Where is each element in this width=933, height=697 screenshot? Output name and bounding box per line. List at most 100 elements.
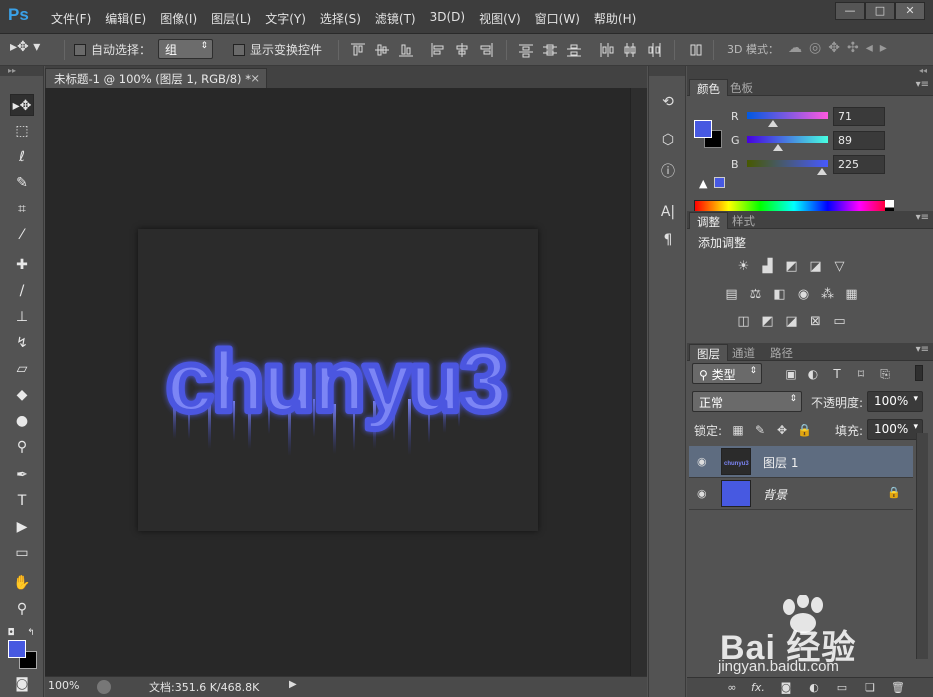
character-panel-icon[interactable]: A| — [658, 202, 678, 222]
red-value[interactable]: 71 — [833, 107, 885, 126]
new-adjustment-layer-icon[interactable]: ◐ — [807, 681, 821, 695]
zoom-tool-icon[interactable]: ⚲ — [10, 598, 34, 620]
eyedropper-tool-icon[interactable]: ⁄ — [10, 224, 34, 246]
brightness-contrast-icon[interactable]: ☀ — [735, 259, 752, 274]
green-thumb[interactable] — [773, 144, 783, 151]
tab-swatches[interactable]: 色板 — [723, 79, 760, 96]
maximize-button[interactable]: □ — [865, 2, 895, 20]
layer-filter-dropdown[interactable]: ⚲ 类型 ⇕ — [692, 363, 762, 384]
panel-grip[interactable]: ▸▸ — [0, 66, 43, 76]
channel-mixer-icon[interactable]: ⁂ — [819, 287, 836, 302]
green-value[interactable]: 89 — [833, 131, 885, 150]
vertical-scrollbar[interactable] — [630, 88, 647, 676]
path-select-tool-icon[interactable]: ▶ — [10, 516, 34, 538]
green-track[interactable] — [747, 136, 828, 143]
panel-menu-icon[interactable]: ▾≡ — [916, 344, 929, 355]
foreground-color-swatch[interactable] — [8, 640, 26, 658]
foreground-color-swatch[interactable] — [694, 120, 712, 138]
close-button[interactable]: ✕ — [895, 2, 925, 20]
menu-view[interactable]: 视图(V) — [472, 8, 528, 29]
3d-rotate-icon[interactable]: ☁ — [788, 40, 809, 56]
tab-adjustments[interactable]: 调整 — [689, 212, 728, 229]
align-bottom-icon[interactable] — [398, 42, 414, 58]
black-white-icon[interactable]: ◧ — [771, 287, 788, 302]
swap-colors-icon[interactable]: ↰ — [24, 622, 38, 644]
distribute-right-icon[interactable] — [646, 42, 662, 58]
layer-row-background[interactable]: ◉ 背景 🔒 — [689, 478, 913, 510]
history-panel-icon[interactable]: ⟲ — [658, 92, 678, 112]
distribute-bottom-icon[interactable] — [566, 42, 582, 58]
menu-file[interactable]: 文件(F) — [44, 8, 98, 29]
threshold-icon[interactable]: ◪ — [783, 314, 800, 329]
move-tool-preset-icon[interactable]: ▸✥ ▾ — [10, 39, 40, 55]
zoom-field[interactable]: 100% — [45, 678, 87, 696]
add-mask-icon[interactable]: ◙ — [779, 681, 793, 695]
lock-transparent-icon[interactable]: ▦ — [731, 423, 745, 437]
panel-menu-icon[interactable]: ▾≡ — [916, 79, 929, 90]
new-group-icon[interactable]: ▭ — [835, 681, 849, 695]
vibrance-icon[interactable]: ▽ — [831, 259, 848, 274]
lock-all-icon[interactable]: 🔒 — [797, 423, 812, 437]
web-safe-swatch[interactable] — [714, 177, 725, 188]
hue-saturation-icon[interactable]: ▤ — [723, 287, 740, 302]
chevron-down-icon[interactable]: ▾ — [913, 422, 918, 432]
show-transform-checkbox[interactable]: 显示变换控件 — [233, 41, 322, 58]
photo-filter-icon[interactable]: ◉ — [795, 287, 812, 302]
marquee-tool-icon[interactable]: ⬚ — [10, 120, 34, 142]
filter-smart-object-icon[interactable]: ⎘ — [877, 367, 893, 383]
canvas-workspace[interactable]: chunyu3 — [45, 88, 630, 676]
lock-pixels-icon[interactable]: ✎ — [753, 423, 767, 437]
posterize-icon[interactable]: ◩ — [759, 314, 776, 329]
status-info-icon[interactable] — [97, 680, 111, 694]
visibility-eye-icon[interactable]: ◉ — [697, 487, 711, 500]
blue-thumb[interactable] — [817, 168, 827, 175]
distribute-top-icon[interactable] — [518, 42, 534, 58]
3d-panel-icon[interactable]: ⬡ — [658, 130, 678, 150]
filter-pixel-icon[interactable]: ▣ — [783, 367, 799, 383]
3d-slide-icon[interactable]: ✣ — [847, 40, 866, 56]
tab-paths[interactable]: 路径 — [763, 344, 800, 361]
color-lookup-icon[interactable]: ▦ — [843, 287, 860, 302]
menu-3d[interactable]: 3D(D) — [423, 8, 472, 29]
color-balance-icon[interactable]: ⚖ — [747, 287, 764, 302]
history-brush-tool-icon[interactable]: ↯ — [10, 332, 34, 354]
blue-value[interactable]: 225 — [833, 155, 885, 174]
gamut-warning-icon[interactable]: ▲ — [699, 177, 711, 190]
menu-image[interactable]: 图像(I) — [153, 8, 204, 29]
filter-adjustment-icon[interactable]: ◐ — [805, 367, 821, 383]
quick-select-tool-icon[interactable]: ✎ — [10, 172, 34, 194]
chevron-down-icon[interactable]: ▾ — [913, 394, 918, 404]
panel-menu-icon[interactable]: ▾≡ — [916, 212, 929, 223]
visibility-eye-icon[interactable]: ◉ — [697, 455, 711, 468]
red-track[interactable] — [747, 112, 828, 119]
exposure-icon[interactable]: ◪ — [807, 259, 824, 274]
panel-grip[interactable]: ◂◂ — [687, 66, 933, 78]
menu-layer[interactable]: 图层(L) — [204, 8, 258, 29]
layer-row-layer1[interactable]: ◉ chunyu3 图层 1 — [689, 446, 913, 478]
distribute-vcenter-icon[interactable] — [542, 42, 558, 58]
quick-mask-icon[interactable]: ◙ — [10, 673, 34, 695]
blend-mode-dropdown[interactable]: 正常 ⇕ — [692, 391, 802, 412]
invert-icon[interactable]: ◫ — [735, 314, 752, 329]
paint-bucket-tool-icon[interactable]: ◆ — [10, 384, 34, 406]
hand-tool-icon[interactable]: ✋ — [10, 572, 34, 594]
distribute-left-icon[interactable] — [598, 42, 614, 58]
pen-tool-icon[interactable]: ✒ — [10, 464, 34, 486]
checkbox-box[interactable] — [74, 44, 86, 56]
dodge-tool-icon[interactable]: ⚲ — [10, 436, 34, 458]
paragraph-panel-icon[interactable]: ¶ — [658, 230, 678, 250]
minimize-button[interactable]: — — [835, 2, 865, 20]
fill-field[interactable]: 100% ▾ — [867, 419, 923, 440]
distribute-hcenter-icon[interactable] — [622, 42, 638, 58]
checkbox-box[interactable] — [233, 44, 245, 56]
menu-filter[interactable]: 滤镜(T) — [368, 8, 423, 29]
3d-pan-icon[interactable]: ✥ — [828, 40, 847, 56]
layer-style-icon[interactable]: fx. — [751, 681, 765, 695]
auto-select-checkbox[interactable]: 自动选择： — [74, 41, 151, 58]
align-vcenter-icon[interactable] — [374, 42, 390, 58]
lasso-tool-icon[interactable]: ℓ — [10, 146, 34, 168]
filter-shape-icon[interactable]: ⌑ — [853, 367, 869, 383]
tab-styles[interactable]: 样式 — [725, 212, 762, 229]
menu-type[interactable]: 文字(Y) — [258, 8, 313, 29]
move-tool-icon[interactable]: ▸✥ — [10, 94, 34, 116]
